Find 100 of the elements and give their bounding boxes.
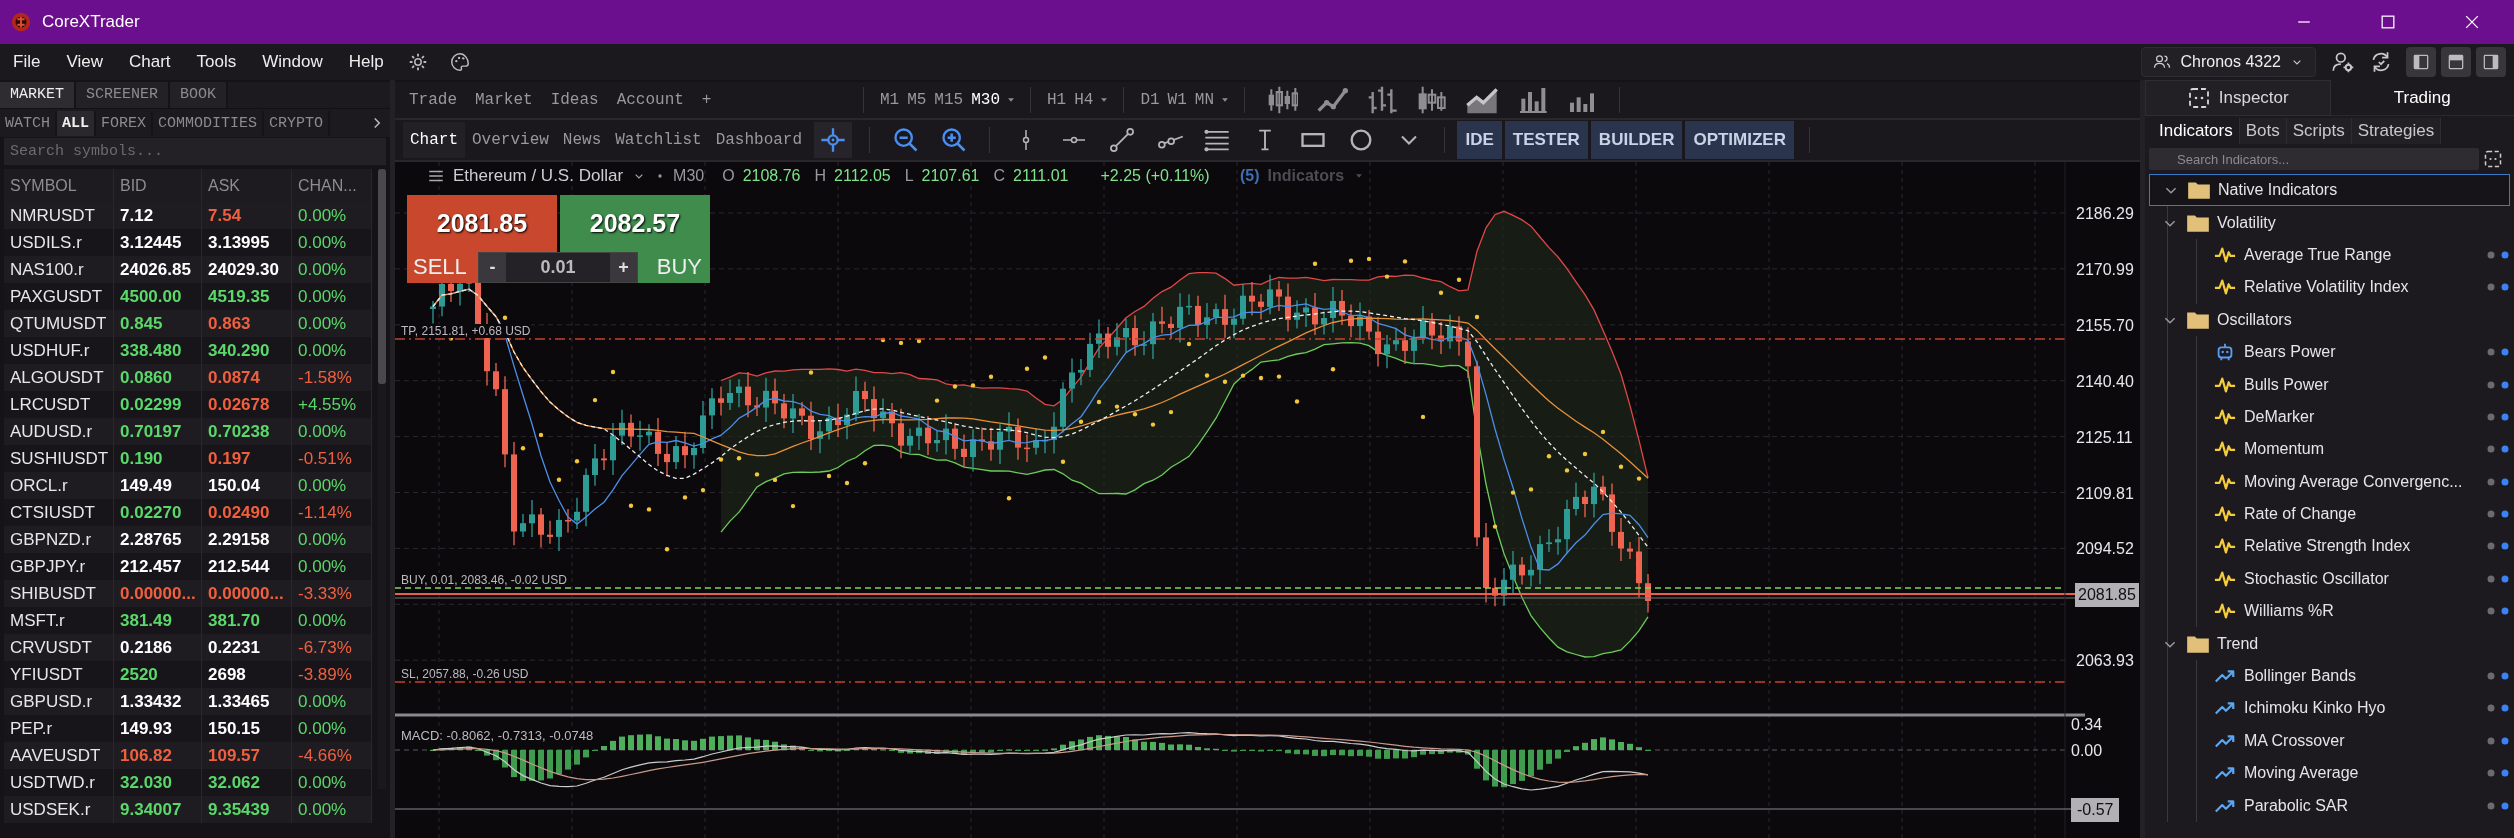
tree-item[interactable]: Bears Power [2197, 335, 2510, 369]
scrollbar-thumb[interactable] [378, 169, 386, 384]
tree-item[interactable]: Parabolic SAR [2197, 789, 2510, 822]
column-header[interactable]: ASK [202, 169, 292, 202]
view-tab[interactable]: News [555, 121, 609, 158]
filter-tab[interactable]: FOREX [96, 110, 154, 136]
change-cell: -3.33% [292, 580, 372, 607]
timeframe-button[interactable]: M5 [907, 90, 927, 109]
menu-item[interactable]: Chart [115, 46, 184, 78]
menu-item[interactable]: File [0, 46, 54, 78]
toolbar-tab[interactable]: Account [616, 90, 684, 109]
symbol-cell[interactable]: NAS100.r [4, 256, 114, 283]
symbol-cell[interactable]: AUDUSD.r [4, 418, 114, 445]
symbol-cell[interactable]: USDSEK.r [4, 796, 114, 823]
tree-item[interactable]: Ichimoku Kinko Hyo [2197, 692, 2510, 725]
sub-tab[interactable]: Bots [2239, 118, 2287, 144]
account-dropdown[interactable]: Chronos 4322 [2141, 47, 2316, 77]
tree-item[interactable]: Relative Volatility Index [2197, 271, 2510, 304]
timeframe-button[interactable]: M1 [879, 90, 900, 109]
section-tab[interactable]: BOOK [170, 82, 229, 108]
tree-item[interactable]: Momentum [2197, 433, 2510, 466]
timeframe-button[interactable]: D1 [1140, 90, 1160, 109]
tree-folder[interactable]: Volatility [2168, 206, 2510, 239]
toolbar-tab[interactable]: Market [475, 90, 533, 109]
column-header[interactable]: SYMBOL [4, 169, 114, 202]
menu-item[interactable]: Tools [183, 46, 250, 78]
timeframe-button[interactable]: MN [1194, 90, 1214, 109]
tree-item[interactable]: Bulls Power [2197, 368, 2510, 401]
timeframe-button[interactable]: M15 [934, 90, 964, 109]
take-profit-line[interactable] [395, 338, 2066, 340]
inspector-icon[interactable] [2483, 149, 2503, 169]
symbol-cell[interactable]: GBPNZD.r [4, 526, 114, 553]
search-field[interactable]: Search Indicators... [2149, 148, 2479, 170]
panel-tab[interactable]: Inspector [2145, 80, 2331, 116]
tree-folder[interactable]: Oscillators [2168, 303, 2510, 336]
tree-item[interactable]: MA Crossover [2197, 724, 2510, 758]
palette-icon[interactable] [448, 51, 471, 73]
timeframe-button[interactable]: H4 [1074, 90, 1094, 109]
stop-loss-line[interactable] [395, 681, 2066, 683]
right-panel-toggle[interactable] [2476, 47, 2506, 77]
ask-cell: 2.29158 [202, 526, 292, 553]
sell-price-button[interactable]: 2081.85 [407, 194, 557, 252]
sub-tab[interactable]: Strategies [2351, 118, 2442, 144]
status-dots-icon [2487, 476, 2509, 487]
tree-item[interactable]: Moving Average Convergenc... [2197, 465, 2510, 498]
tree-folder[interactable]: Trend [2168, 627, 2510, 660]
filter-tab[interactable]: COMMODITIES [153, 110, 265, 136]
left-panel-toggle[interactable] [2406, 47, 2436, 77]
tree-item[interactable]: Williams %R [2197, 595, 2510, 628]
tree-item[interactable]: DeMarker [2197, 400, 2510, 434]
module-button[interactable]: IDE [1457, 120, 1502, 159]
timeframe-button[interactable]: H1 [1047, 90, 1067, 109]
module-button[interactable]: BUILDER [1590, 120, 1683, 159]
toolbar-tab[interactable]: Trade [409, 90, 457, 109]
view-tab[interactable]: Watchlist [608, 121, 709, 158]
search-field[interactable]: Search symbols... [4, 138, 386, 165]
section-tab[interactable]: SCREENER [76, 82, 171, 108]
symbol-cell[interactable]: ORCL.r [4, 472, 114, 499]
sub-tab[interactable]: Scripts [2286, 118, 2352, 144]
tree-item[interactable]: Moving Average [2197, 757, 2510, 790]
price-axis-label: 2094.52 [2076, 540, 2134, 558]
symbol-cell[interactable]: QTUMUSDT [4, 310, 114, 337]
status-dots-icon [2487, 509, 2509, 520]
buy-price-button[interactable]: 2082.57 [560, 194, 710, 252]
symbol-cell[interactable]: ALGOUSDT [4, 364, 114, 391]
view-tab[interactable]: Chart [403, 121, 465, 158]
column-header[interactable]: CHAN... [292, 169, 372, 202]
module-button[interactable]: TESTER [1504, 120, 1588, 159]
menu-item[interactable]: Help [335, 46, 397, 78]
top-panel-toggle[interactable] [2441, 47, 2471, 77]
view-tab[interactable]: Dashboard [708, 121, 810, 158]
menu-item[interactable]: View [53, 46, 116, 78]
tree-item[interactable]: Stochastic Oscillator [2197, 562, 2510, 596]
section-tab[interactable]: MARKET [0, 82, 76, 108]
buy-button[interactable]: BUY [638, 251, 710, 283]
symbol-cell[interactable]: CRVUSDT [4, 634, 114, 661]
symbol-cell[interactable]: GBPUSD.r [4, 688, 114, 715]
timeframe-button[interactable]: W1 [1167, 90, 1187, 109]
symbol-cell[interactable]: AAVEUSDT [4, 742, 114, 769]
filter-tab[interactable]: ALL [57, 110, 97, 136]
timeframe-button[interactable]: M30 [971, 90, 1000, 109]
filter-tab[interactable]: CRYPTO [264, 110, 331, 136]
symbol-cell[interactable]: SHIBUSDT [4, 580, 114, 607]
tree-item[interactable]: Bollinger Bands [2197, 659, 2510, 693]
tree-item[interactable]: Average True Range [2197, 238, 2510, 272]
symbol-cell[interactable]: NMRUSDT [4, 202, 114, 229]
tree-item-label: Bulls Power [2244, 375, 2330, 394]
menu-item[interactable]: Window [249, 46, 336, 78]
view-tab[interactable]: Overview [465, 121, 556, 158]
toolbar-tab[interactable]: + [701, 90, 712, 109]
tree-folder[interactable]: Native Indicators [2149, 174, 2510, 207]
module-button[interactable]: OPTIMIZER [1685, 120, 1794, 159]
sell-button[interactable]: SELL [407, 251, 478, 283]
toolbar-tab[interactable]: Ideas [550, 90, 599, 109]
tree-item[interactable]: Relative Strength Index [2197, 530, 2510, 563]
tree-item[interactable]: Rate of Change [2197, 497, 2510, 531]
change-cell: 0.00% [292, 256, 372, 283]
scrollbar[interactable] [378, 169, 386, 789]
column-header[interactable]: BID [114, 169, 202, 202]
crosshair-tool[interactable] [814, 121, 852, 158]
